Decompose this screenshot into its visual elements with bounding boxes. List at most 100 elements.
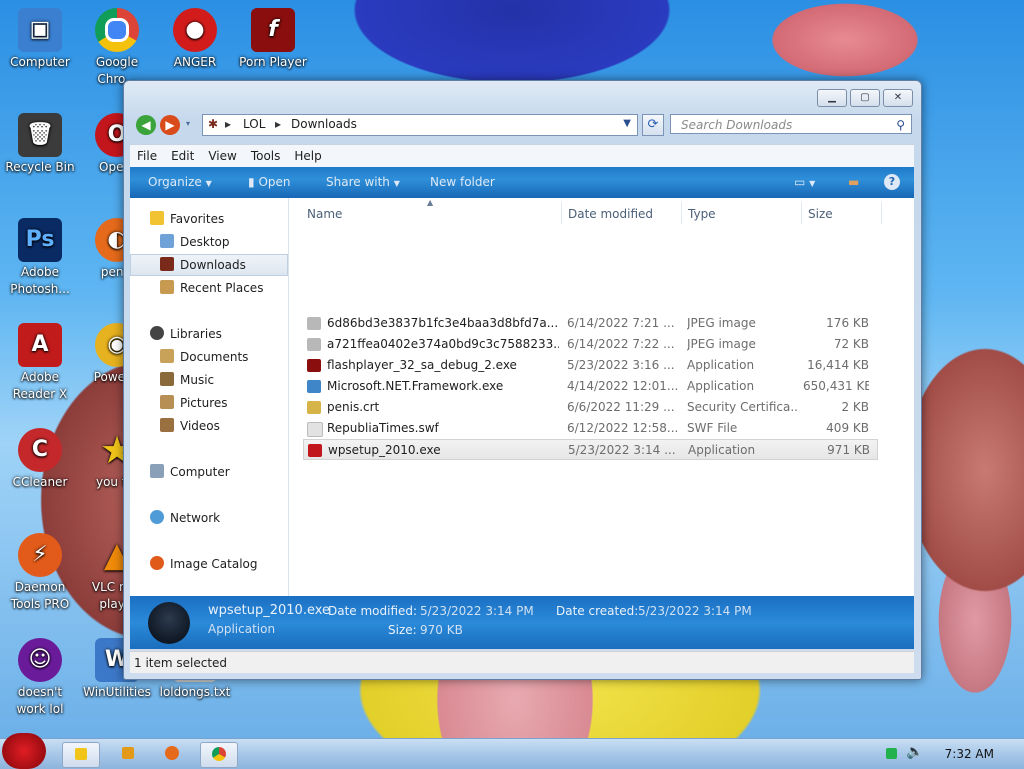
file-row[interactable]: a721ffea0402e374a0bd9c3c7588233... 6/14/2…: [303, 334, 878, 355]
desktop-icon-chrome[interactable]: Google Chro...: [79, 8, 155, 88]
flash-icon: [307, 359, 321, 372]
network-tray-icon[interactable]: [886, 748, 897, 759]
nav-libraries[interactable]: Libraries: [130, 323, 308, 345]
column-header-date[interactable]: Date modified: [568, 206, 653, 222]
details-size: 970 KB: [420, 623, 463, 637]
preview-pane-button[interactable]: ▬: [848, 167, 859, 198]
column-header-type[interactable]: Type: [688, 206, 716, 222]
help-icon[interactable]: ?: [884, 174, 900, 190]
file-list: ▲ Name Date modified Type Size 6d86bd3e3…: [289, 198, 914, 596]
file-row[interactable]: RepubliaTimes.swf 6/12/2022 12:58... SWF F…: [303, 418, 878, 439]
recycle-bin-icon: 🗑: [18, 113, 62, 157]
breadcrumb-downloads[interactable]: Downloads: [291, 117, 357, 131]
taskbar: 🔈 7:32 AM: [0, 733, 1024, 769]
column-header-size[interactable]: Size: [808, 206, 833, 222]
computer-icon: ▣: [18, 8, 62, 52]
details-filename: wpsetup_2010.exe: [208, 603, 331, 618]
refresh-button[interactable]: ⟳: [642, 114, 664, 136]
search-input[interactable]: Search Downloads ⚲: [670, 114, 912, 134]
taskbar-firefox-button[interactable]: [154, 742, 190, 766]
taskbar-media-player-button[interactable]: [110, 742, 146, 766]
details-date-created: 5/23/2022 3:14 PM: [638, 604, 752, 618]
breadcrumb-arrow-icon: ▸: [225, 117, 232, 131]
taskbar-explorer-button[interactable]: [62, 742, 100, 768]
navigation-row: ◀ ▶ ▾ ✱ ▸ LOL ▸ Downloads ▼ ⟳ Search Dow…: [134, 113, 914, 137]
firefox-icon: [165, 746, 179, 760]
file-row-selected[interactable]: wpsetup_2010.exe 5/23/2022 3:14 ... Applic…: [303, 439, 878, 460]
jpeg-file-icon: [307, 338, 321, 351]
share-with-button[interactable]: Share with ▼: [326, 167, 400, 199]
menu-view[interactable]: View: [201, 145, 243, 167]
view-icon: ▭: [794, 175, 806, 189]
details-type: Application: [208, 622, 276, 636]
back-button[interactable]: ◀: [136, 115, 156, 135]
nav-favorites[interactable]: Favorites: [130, 208, 308, 230]
start-button[interactable]: [2, 733, 46, 769]
desktop-icon-porn-player[interactable]: f Porn Player: [235, 8, 311, 71]
minimize-button[interactable]: ▁: [817, 89, 847, 107]
desktop-icon-recycle-bin[interactable]: 🗑 Recycle Bin: [2, 113, 78, 176]
close-button[interactable]: ✕: [883, 89, 913, 107]
flash-icon: f: [251, 8, 295, 52]
pictures-icon: [160, 395, 174, 409]
desktop-icon-ccleaner[interactable]: C CCleaner: [2, 428, 78, 491]
volume-icon[interactable]: 🔈: [906, 744, 923, 760]
desktop-icon-anger[interactable]: ● ANGER: [157, 8, 233, 71]
maximize-button[interactable]: ▢: [850, 89, 880, 107]
dotnet-installer-icon: [307, 380, 321, 393]
desktop-icon-computer[interactable]: ▣ Computer: [2, 8, 78, 71]
menu-edit[interactable]: Edit: [164, 145, 201, 167]
menu-help[interactable]: Help: [287, 145, 328, 167]
breadcrumb-arrow-icon: ▸: [275, 117, 282, 131]
file-row[interactable]: Microsoft.NET.Framework.exe 4/14/2022 12:…: [303, 376, 878, 397]
address-bar[interactable]: ✱ ▸ LOL ▸ Downloads ▼: [202, 114, 638, 136]
photoshop-icon: Ps: [18, 218, 62, 262]
taskbar-chrome-button[interactable]: [200, 742, 238, 768]
forward-button[interactable]: ▶: [160, 115, 180, 135]
file-row[interactable]: 6d86bd3e3837b1fc3e4baa3d8bfd7a... 6/14/20…: [303, 313, 878, 334]
breadcrumb-lol[interactable]: LOL: [243, 117, 265, 131]
network-icon: [150, 510, 164, 524]
caption-buttons: ▁ ▢ ✕: [817, 89, 913, 107]
recent-places-icon: [160, 280, 174, 294]
search-icon: ⚲: [896, 118, 905, 132]
nav-computer[interactable]: Computer: [130, 461, 308, 483]
folder-icon: [75, 748, 87, 760]
status-bar: 1 item selected: [130, 651, 914, 673]
file-row[interactable]: flashplayer_32_sa_debug_2.exe 5/23/2022 3…: [303, 355, 878, 376]
open-button[interactable]: ▮ Open: [248, 167, 291, 198]
image-catalog-icon: [150, 556, 164, 570]
menu-file[interactable]: File: [130, 145, 164, 167]
nav-network[interactable]: Network: [130, 507, 308, 529]
nav-downloads[interactable]: Downloads: [130, 254, 288, 276]
nav-image-catalog[interactable]: Image Catalog: [130, 553, 308, 575]
chevron-down-icon: ▼: [809, 179, 816, 188]
daemon-tools-icon: ⚡: [18, 533, 62, 577]
command-bar: Organize ▼ ▮ Open Share with ▼ New folde…: [130, 167, 914, 198]
column-header-name[interactable]: Name: [307, 206, 342, 222]
file-row[interactable]: penis.crt 6/6/2022 11:29 ... Security Cert…: [303, 397, 878, 418]
chevron-down-icon: ▼: [205, 179, 212, 188]
address-dropdown-icon[interactable]: ▼: [623, 118, 631, 129]
desktop-icon-adobe-reader[interactable]: A Adobe Reader X: [2, 323, 78, 403]
desktop-icon-photoshop[interactable]: Ps Adobe Photosh...: [2, 218, 78, 298]
downloads-folder-icon: [160, 257, 174, 271]
column-separator: [681, 202, 682, 224]
ccleaner-icon: C: [18, 428, 62, 472]
explorer-window: ▁ ▢ ✕ ◀ ▶ ▾ ✱ ▸ LOL ▸ Downloads ▼ ⟳ Sear…: [123, 80, 922, 680]
menu-tools[interactable]: Tools: [244, 145, 288, 167]
organize-button[interactable]: Organize ▼: [148, 167, 212, 199]
chevron-down-icon: ▼: [393, 179, 400, 188]
recent-pages-chevron-icon[interactable]: ▾: [186, 119, 190, 128]
videos-icon: [160, 418, 174, 432]
open-icon: ▮: [248, 175, 255, 189]
clock[interactable]: 7:32 AM: [945, 739, 994, 769]
yahoo-messenger-icon: ☺: [18, 638, 62, 682]
desktop-icon-daemon-tools[interactable]: ⚡ Daemon Tools PRO: [2, 533, 78, 613]
documents-icon: [160, 349, 174, 363]
computer-icon: [150, 464, 164, 478]
desktop-icon-yahoo-messenger[interactable]: ☺ doesn't work lol: [2, 638, 78, 718]
media-player-icon: [122, 747, 134, 759]
new-folder-button[interactable]: New folder: [430, 167, 495, 198]
view-options-button[interactable]: ▭ ▼: [794, 167, 815, 199]
